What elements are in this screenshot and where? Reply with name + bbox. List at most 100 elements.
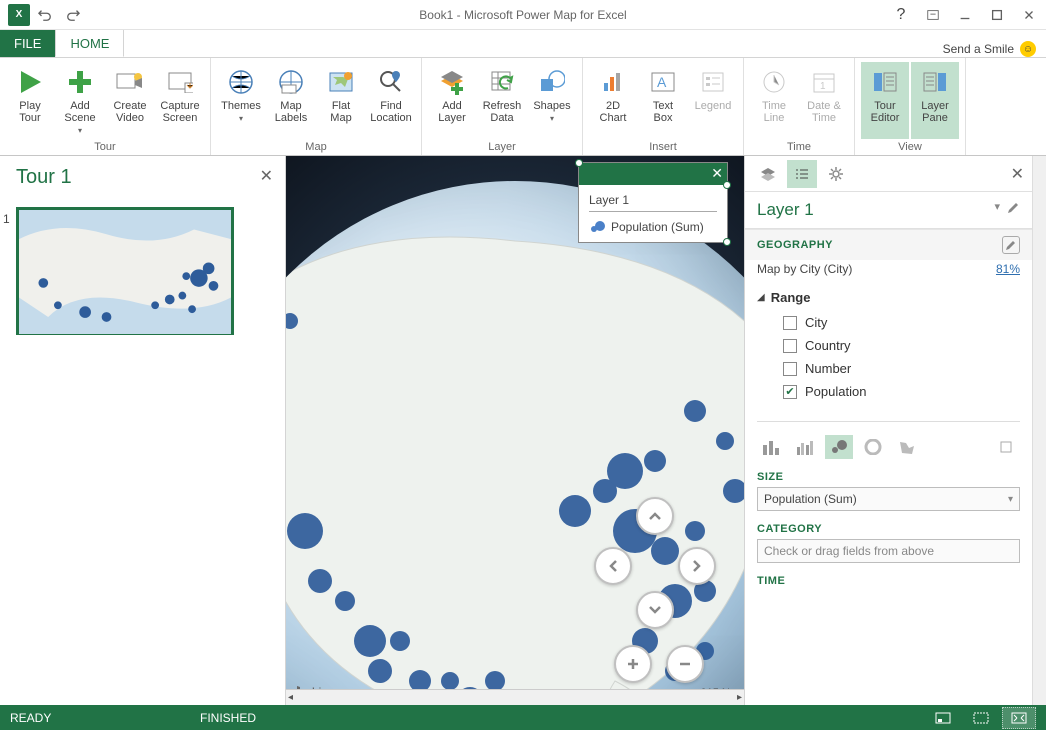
close-window-button[interactable]	[1016, 2, 1042, 28]
shapes-button[interactable]: Shapes▾	[528, 62, 576, 139]
layer-pane-button[interactable]: Layer Pane	[911, 62, 959, 139]
file-tab[interactable]: FILE	[0, 29, 55, 57]
statusbar: READY FINISHED	[0, 705, 1046, 730]
help-button[interactable]: ?	[888, 2, 914, 28]
mapping-confidence[interactable]: 81%	[996, 262, 1020, 276]
layer-settings-tab[interactable]	[821, 160, 851, 188]
capture-screen-button[interactable]: Capture Screen	[156, 62, 204, 139]
field-city[interactable]: City	[757, 311, 1020, 334]
field-population[interactable]: ✔Population	[757, 380, 1020, 403]
ribbon-group-view: Tour Editor Layer Pane View	[855, 58, 966, 155]
home-tab[interactable]: HOME	[55, 29, 124, 57]
legend-button: Legend	[689, 62, 737, 139]
view-full-button[interactable]	[1002, 707, 1036, 729]
bubble-icon	[589, 221, 605, 233]
viz-clustered-column[interactable]	[791, 435, 819, 459]
zoom-in-button[interactable]	[614, 645, 652, 683]
layer-list-tab[interactable]	[753, 160, 783, 188]
map-labels-button[interactable]: Map Labels	[267, 62, 315, 139]
ribbon-group-insert-label: Insert	[649, 141, 677, 153]
tilt-up-button[interactable]	[636, 497, 674, 535]
ribbon-tabstrip: FILE HOME Send a Smile ☺	[0, 30, 1046, 58]
viz-stacked-column[interactable]	[757, 435, 785, 459]
refresh-data-button[interactable]: Refresh Data	[478, 62, 526, 139]
ribbon-group-time: Time Line 1Date & Time Time	[744, 58, 855, 155]
redo-button[interactable]	[60, 2, 86, 28]
undo-button[interactable]	[32, 2, 58, 28]
themes-button[interactable]: Themes▾	[217, 62, 265, 139]
ribbon-group-insert: 2D Chart AText Box Legend Insert	[583, 58, 744, 155]
map-scrollbar[interactable]: ◂▸	[286, 689, 744, 705]
ribbon-options-button[interactable]	[920, 2, 946, 28]
tour-editor-button[interactable]: Tour Editor	[861, 62, 909, 139]
viz-region[interactable]	[893, 435, 921, 459]
ribbon-group-map-label: Map	[305, 141, 326, 153]
tilt-down-button[interactable]	[636, 591, 674, 629]
view-fit-button[interactable]	[964, 707, 998, 729]
ribbon-group-layer-label: Layer	[488, 141, 516, 153]
range-label: Range	[771, 290, 811, 305]
svg-text:1: 1	[820, 81, 826, 92]
ribbon-group-layer: Add Layer Refresh Data Shapes▾ Layer	[422, 58, 583, 155]
viz-heatmap[interactable]	[859, 435, 887, 459]
edit-geography-button[interactable]	[1002, 236, 1020, 254]
2d-chart-button[interactable]: 2D Chart	[589, 62, 637, 139]
add-scene-button[interactable]: Add Scene▾	[56, 62, 104, 139]
find-location-button[interactable]: Find Location	[367, 62, 415, 139]
add-layer-button[interactable]: Add Layer	[428, 62, 476, 139]
send-smile-label: Send a Smile	[943, 42, 1014, 56]
field-country[interactable]: Country	[757, 334, 1020, 357]
rotate-left-button[interactable]	[594, 547, 632, 585]
globe[interactable]	[286, 181, 744, 706]
zoom-out-button[interactable]	[666, 645, 704, 683]
layer-title: Layer 1	[757, 200, 814, 220]
tour-editor-pane: Tour 1 ✕ 1	[0, 156, 286, 705]
layer-pane: ✕ Layer 1 ▾ GEOGRAPHY Map by City (Ci	[744, 156, 1046, 705]
scene-thumbnail[interactable]: 1	[16, 207, 234, 335]
geography-header: GEOGRAPHY	[757, 239, 833, 251]
ribbon-group-time-label: Time	[787, 141, 811, 153]
time-header: TIME	[745, 571, 1032, 589]
flat-map-button[interactable]: Flat Map	[317, 62, 365, 139]
legend-layer-name: Layer 1	[589, 193, 717, 212]
field-list-tab[interactable]	[787, 160, 817, 188]
map-by-text: Map by City (City)	[757, 262, 852, 276]
close-tour-pane-button[interactable]: ✕	[260, 166, 273, 186]
play-tour-button[interactable]: Play Tour	[6, 62, 54, 139]
chevron-down-icon[interactable]: ▾	[994, 200, 1000, 220]
view-normal-button[interactable]	[926, 707, 960, 729]
date-time-button: 1Date & Time	[800, 62, 848, 139]
layer-legend[interactable]: ✕ Layer 1 Population (Sum)	[578, 162, 728, 243]
ribbon: Play Tour Add Scene▾ Create Video Captur…	[0, 58, 1046, 156]
main-body: Tour 1 ✕ 1	[0, 156, 1046, 705]
edit-layer-name-button[interactable]	[1006, 200, 1020, 220]
scene-number: 1	[3, 212, 10, 226]
ribbon-group-tour-label: Tour	[94, 141, 115, 153]
status-finished: FINISHED	[200, 711, 256, 725]
collapse-icon[interactable]: ◢	[757, 292, 765, 303]
ribbon-group-map: Themes▾ Map Labels Flat Map Find Locatio…	[211, 58, 422, 155]
field-number[interactable]: Number	[757, 357, 1020, 380]
smile-icon: ☺	[1020, 41, 1036, 57]
ribbon-group-view-label: View	[898, 141, 922, 153]
maximize-button[interactable]	[984, 2, 1010, 28]
svg-text:A: A	[657, 74, 667, 90]
viz-bubble[interactable]	[825, 435, 853, 459]
legend-item-label: Population (Sum)	[611, 220, 704, 234]
close-legend-button[interactable]: ✕	[711, 165, 723, 182]
map-viewport[interactable]: ✕ Layer 1 Population (Sum) bing 015 No ◂…	[286, 156, 744, 705]
titlebar: X Book1 - Microsoft Power Map for Excel …	[0, 0, 1046, 30]
send-smile-button[interactable]: Send a Smile ☺	[943, 41, 1036, 57]
rotate-right-button[interactable]	[678, 547, 716, 585]
create-video-button[interactable]: Create Video	[106, 62, 154, 139]
minimize-button[interactable]	[952, 2, 978, 28]
size-field-dropdown[interactable]: Population (Sum)▾	[757, 487, 1020, 511]
tour-title: Tour 1	[16, 166, 269, 189]
text-box-button[interactable]: AText Box	[639, 62, 687, 139]
size-header: SIZE	[745, 467, 1032, 485]
layer-pane-scrollbar[interactable]	[1032, 156, 1046, 705]
add-viz-button[interactable]	[992, 435, 1020, 459]
category-header: CATEGORY	[745, 519, 1032, 537]
close-layer-pane-button[interactable]: ✕	[1011, 164, 1024, 184]
category-field-dropzone[interactable]: Check or drag fields from above	[757, 539, 1020, 563]
